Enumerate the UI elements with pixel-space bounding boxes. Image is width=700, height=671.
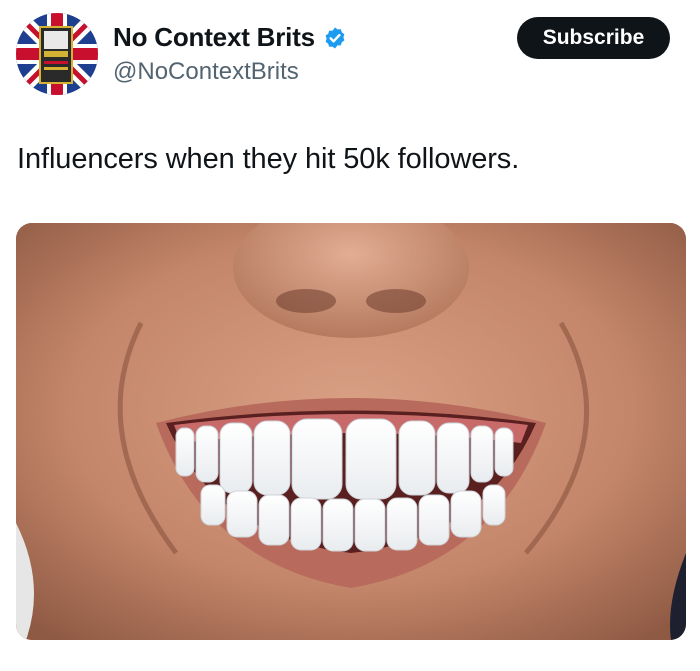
author-display-name[interactable]: No Context Brits xyxy=(113,22,315,53)
union-jack-book-avatar-icon xyxy=(16,13,98,95)
tweet-media-photo[interactable] xyxy=(16,223,686,640)
tweet-header: No Context Brits @NoContextBrits Subscri… xyxy=(0,0,700,110)
author-handle[interactable]: @NoContextBrits xyxy=(113,58,299,86)
author-avatar[interactable] xyxy=(16,13,98,95)
author-name-row[interactable]: No Context Brits xyxy=(113,22,347,53)
subscribe-button[interactable]: Subscribe xyxy=(517,17,670,59)
verified-badge-icon xyxy=(325,27,345,48)
smiling-mouth-photo xyxy=(16,223,686,640)
tweet-text: Influencers when they hit 50k followers. xyxy=(17,143,520,175)
